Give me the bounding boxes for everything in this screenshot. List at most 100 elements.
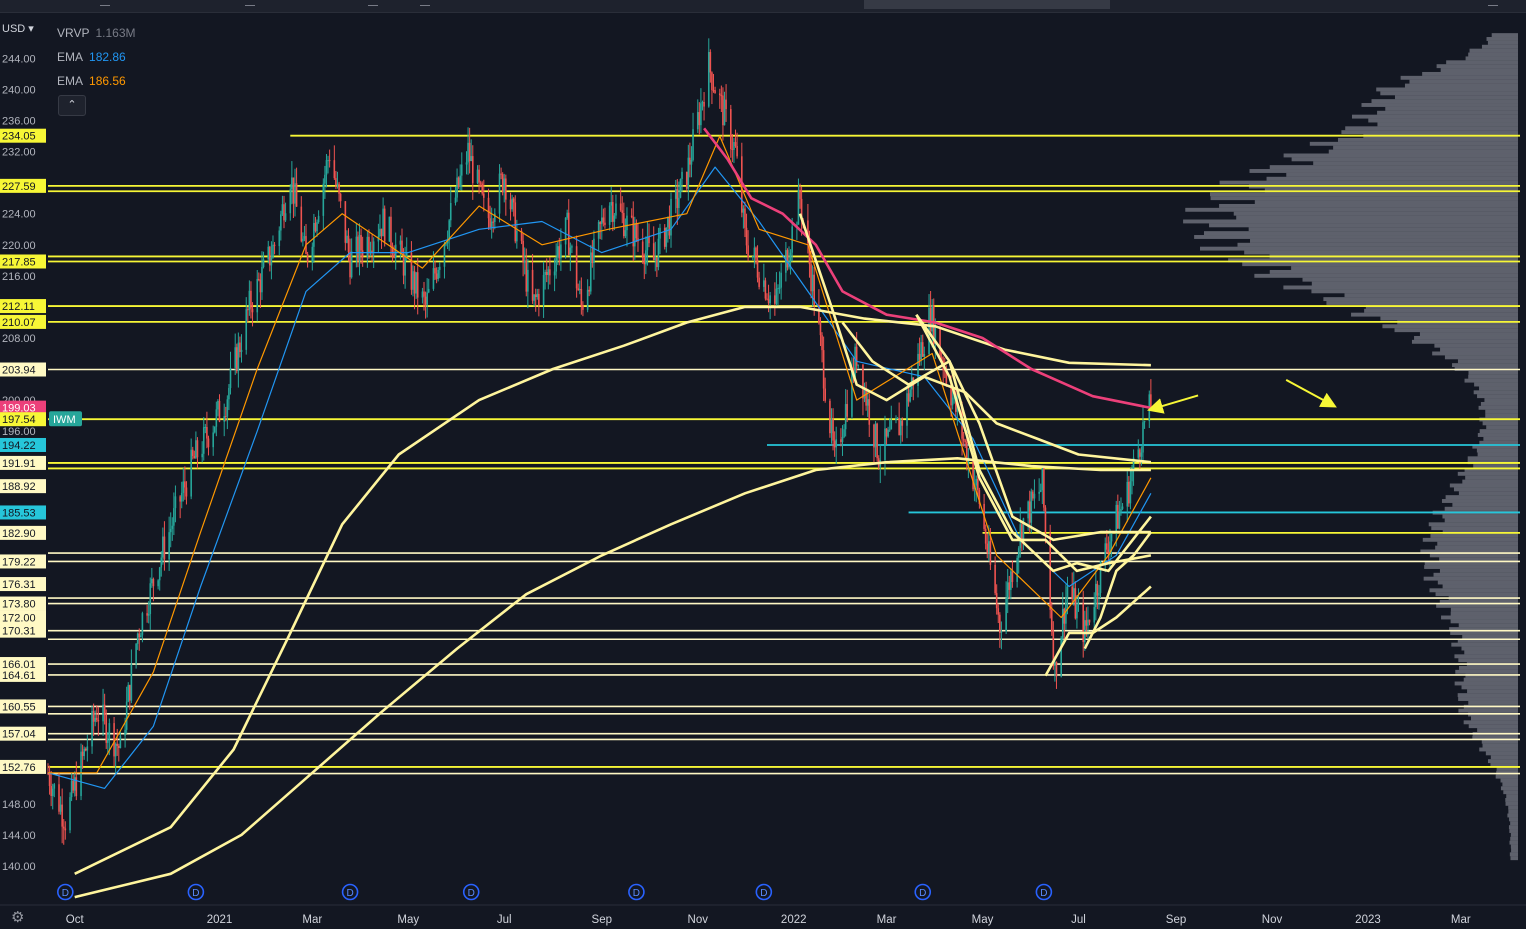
price-label[interactable]: 157.04 bbox=[0, 726, 46, 741]
price-label[interactable]: 188.92 bbox=[0, 479, 46, 494]
volume-profile-bar bbox=[1445, 495, 1518, 500]
candle-body bbox=[591, 252, 594, 264]
candle-body bbox=[180, 492, 183, 502]
price-label[interactable]: 234.05 bbox=[0, 128, 46, 143]
candle-body bbox=[833, 440, 836, 448]
volume-profile-bar bbox=[1209, 192, 1518, 197]
volume-profile-bar bbox=[1244, 250, 1518, 255]
candle-body bbox=[102, 704, 104, 722]
price-chart[interactable]: 244.00 240.00 236.00 232.00 224.00 220.00 216.… bbox=[0, 13, 1526, 929]
price-label[interactable]: 194.22 bbox=[0, 437, 46, 452]
toolbar-icon[interactable] bbox=[368, 0, 378, 6]
candle-body bbox=[401, 240, 403, 254]
price-label[interactable]: 185.53 bbox=[0, 505, 46, 520]
dividend-marker[interactable]: D bbox=[914, 883, 932, 901]
candle-body bbox=[1083, 620, 1086, 643]
x-tick-label: Oct bbox=[66, 914, 85, 926]
y-tick-label: 148.00 bbox=[2, 799, 36, 811]
price-label[interactable]: 164.61 bbox=[0, 667, 46, 682]
candle-body bbox=[201, 453, 203, 458]
candle-body bbox=[731, 149, 734, 151]
price-label[interactable]: 197.54 bbox=[0, 412, 46, 427]
y-tick-label: 216.00 bbox=[2, 271, 36, 283]
toolbar-search-box[interactable] bbox=[864, 0, 1110, 9]
price-label-text: 157.04 bbox=[2, 729, 36, 741]
volume-profile-bar bbox=[1455, 669, 1518, 674]
candle-body bbox=[712, 90, 715, 92]
volume-profile-bar bbox=[1203, 231, 1518, 236]
dividend-marker[interactable]: D bbox=[1035, 883, 1053, 901]
toolbar-icon[interactable] bbox=[245, 0, 255, 6]
candle-body bbox=[259, 279, 262, 293]
volume-profile-bar bbox=[1419, 332, 1518, 336]
toolbar-icon[interactable] bbox=[420, 0, 430, 6]
candle-body bbox=[449, 202, 452, 221]
candle-body bbox=[602, 217, 605, 223]
x-tick-label: Mar bbox=[302, 914, 322, 926]
symbol-badge[interactable]: IWM bbox=[49, 411, 82, 427]
legend-vrvp[interactable]: VRVP 1.163M bbox=[57, 26, 136, 40]
price-label[interactable]: 173.80 bbox=[0, 596, 46, 611]
volume-profile-bar bbox=[1500, 786, 1518, 791]
price-label[interactable]: 172.00 bbox=[0, 610, 46, 625]
volume-profile-bar bbox=[1508, 825, 1518, 830]
top-toolbar bbox=[0, 0, 1526, 13]
candle-body bbox=[217, 400, 219, 410]
price-label[interactable]: 210.07 bbox=[0, 314, 46, 329]
candle-body bbox=[822, 350, 825, 389]
price-label[interactable]: 191.91 bbox=[0, 455, 46, 470]
candle-body bbox=[1140, 452, 1143, 457]
volume-profile-bar bbox=[1487, 40, 1518, 45]
volume-profile-bar bbox=[1482, 421, 1518, 426]
candle-body bbox=[569, 247, 572, 255]
volume-profile-bar bbox=[1436, 64, 1518, 69]
dividend-marker[interactable]: D bbox=[341, 883, 359, 901]
toolbar-icon[interactable] bbox=[100, 0, 110, 6]
dividend-marker[interactable]: D bbox=[462, 883, 480, 901]
candle-body bbox=[229, 367, 232, 388]
volume-profile-bar bbox=[1434, 343, 1518, 348]
volume-profile-bar bbox=[1477, 433, 1518, 437]
legend-ema-fast[interactable]: EMA 182.86 bbox=[57, 50, 126, 64]
volume-profile-bar bbox=[1449, 483, 1518, 488]
price-label[interactable]: 160.55 bbox=[0, 699, 46, 714]
price-label[interactable]: 170.31 bbox=[0, 623, 46, 638]
candle-body bbox=[234, 347, 237, 368]
dividend-marker[interactable]: D bbox=[57, 883, 74, 901]
legend-ema-slow[interactable]: EMA 186.56 bbox=[57, 74, 126, 88]
price-label[interactable]: 152.76 bbox=[0, 759, 46, 774]
price-label[interactable]: 217.85 bbox=[0, 254, 46, 269]
candle-body bbox=[588, 289, 591, 292]
price-label[interactable]: 179.22 bbox=[0, 554, 46, 569]
volume-profile-bar bbox=[1368, 118, 1518, 123]
volume-profile-bar bbox=[1394, 328, 1518, 333]
candle-body bbox=[412, 271, 414, 290]
toolbar-icon[interactable] bbox=[1488, 0, 1498, 6]
legend-vrvp-value: 1.163M bbox=[95, 26, 136, 40]
currency-selector[interactable]: USD ▾ bbox=[2, 22, 34, 35]
price-label[interactable]: 203.94 bbox=[0, 362, 46, 377]
candle-body bbox=[471, 156, 474, 184]
candle-body bbox=[424, 296, 427, 305]
price-label[interactable]: 212.11 bbox=[0, 299, 46, 314]
volume-profile-bar bbox=[1291, 157, 1518, 162]
gear-icon[interactable]: ⚙ bbox=[11, 908, 24, 926]
candle-body bbox=[294, 183, 296, 204]
volume-profile-bar bbox=[1385, 106, 1518, 111]
collapse-legend-button[interactable]: ⌃ bbox=[58, 95, 86, 116]
dividend-marker[interactable]: D bbox=[755, 883, 773, 901]
candle-body bbox=[523, 261, 526, 263]
candle-body bbox=[69, 797, 71, 831]
candle-body bbox=[855, 346, 858, 366]
dividend-marker[interactable]: D bbox=[187, 883, 205, 901]
candle-body bbox=[558, 246, 561, 259]
candle-body bbox=[1071, 586, 1074, 599]
candle-body bbox=[752, 256, 754, 258]
price-label[interactable]: 182.90 bbox=[0, 525, 46, 540]
candle-body bbox=[641, 241, 644, 258]
candle-body bbox=[1005, 598, 1007, 632]
dividend-marker[interactable]: D bbox=[628, 883, 645, 901]
price-label[interactable]: 227.59 bbox=[0, 178, 46, 193]
candle-body bbox=[58, 784, 60, 812]
price-label[interactable]: 176.31 bbox=[0, 577, 46, 592]
